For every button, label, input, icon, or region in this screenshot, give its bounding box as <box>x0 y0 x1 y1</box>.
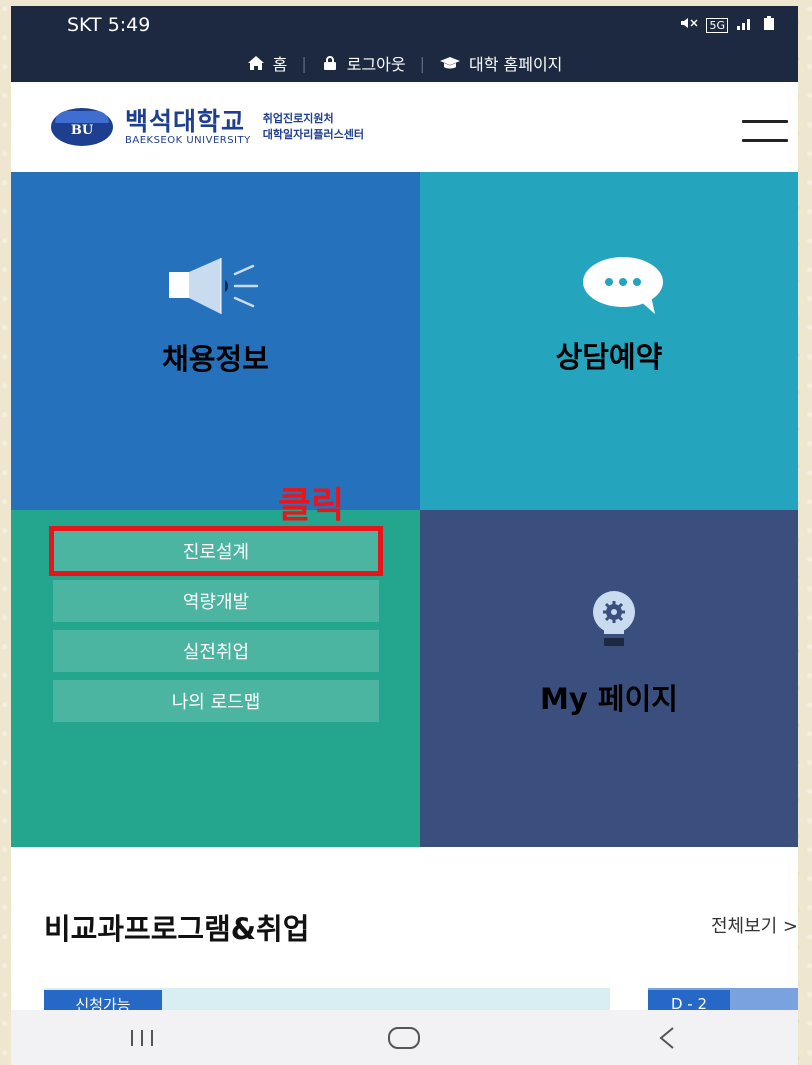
back-icon[interactable] <box>637 1018 697 1058</box>
tile-job-info-title: 채용정보 <box>162 342 269 376</box>
university-logo[interactable]: 백석대학교 BAEKSEOK UNIVERSITY <box>125 106 251 146</box>
center-line-1: 취업진로지원처 <box>262 112 334 125</box>
lightbulb-gear-icon <box>589 590 639 652</box>
career-menu-competency[interactable]: 역량개발 <box>53 580 379 622</box>
signal-icon <box>736 16 754 34</box>
center-line-2: 대학일자리플러스센터 <box>262 128 364 141</box>
recent-apps-icon[interactable] <box>112 1018 172 1058</box>
emblem-text: BU <box>70 122 94 138</box>
career-menu-career-design[interactable]: 진로설계 <box>49 526 383 576</box>
logo-korean: 백석대학교 <box>125 106 246 136</box>
section-title: 비교과프로그램&취업 <box>44 912 310 946</box>
logout-link[interactable]: 로그아웃 <box>307 51 420 75</box>
univ-home-link-label: 대학 홈페이지 <box>469 55 563 74</box>
career-menu-roadmap[interactable]: 나의 로드맵 <box>53 680 379 722</box>
view-all-link[interactable]: 전체보기 > <box>711 912 798 938</box>
tile-consultation-title: 상담예약 <box>555 340 663 374</box>
home-icon[interactable] <box>374 1018 434 1058</box>
home-link[interactable]: 홈 <box>233 51 302 75</box>
status-icons: 5G <box>680 15 776 35</box>
utility-nav: 홈 | 로그아웃 | 대학 홈페이지 <box>11 44 798 82</box>
logout-link-label: 로그아웃 <box>346 55 406 74</box>
hamburger-menu-icon[interactable] <box>742 120 788 142</box>
click-annotation: 클릭 <box>278 485 345 526</box>
battery-icon <box>762 15 776 35</box>
tile-my-page-title: My 페이지 <box>540 682 678 716</box>
house-icon <box>247 55 265 71</box>
status-bar: SKT 5:49 5G <box>11 6 798 44</box>
center-name: 취업진로지원처 대학일자리플러스센터 <box>263 111 364 143</box>
lock-icon <box>321 55 339 71</box>
chat-bubble-icon <box>581 256 667 320</box>
univ-home-link[interactable]: 대학 홈페이지 <box>425 51 576 75</box>
career-menu-practical-job[interactable]: 실전취업 <box>53 630 379 672</box>
network-badge: 5G <box>706 17 728 33</box>
carrier-time: SKT 5:49 <box>67 14 151 36</box>
graduation-cap-icon <box>439 55 461 71</box>
megaphone-icon <box>169 258 265 318</box>
system-nav-bar <box>11 1010 798 1065</box>
site-header: BU 백석대학교 BAEKSEOK UNIVERSITY 취업진로지원처 대학일… <box>11 82 798 172</box>
home-link-label: 홈 <box>272 55 288 74</box>
logo-english: BAEKSEOK UNIVERSITY <box>125 134 251 146</box>
phone-screen: SKT 5:49 5G 홈 | 로그아웃 | 대학 홈페이지 BU 백석대학교 … <box>11 6 798 1065</box>
mute-icon <box>680 16 698 34</box>
university-emblem[interactable]: BU <box>51 108 113 146</box>
